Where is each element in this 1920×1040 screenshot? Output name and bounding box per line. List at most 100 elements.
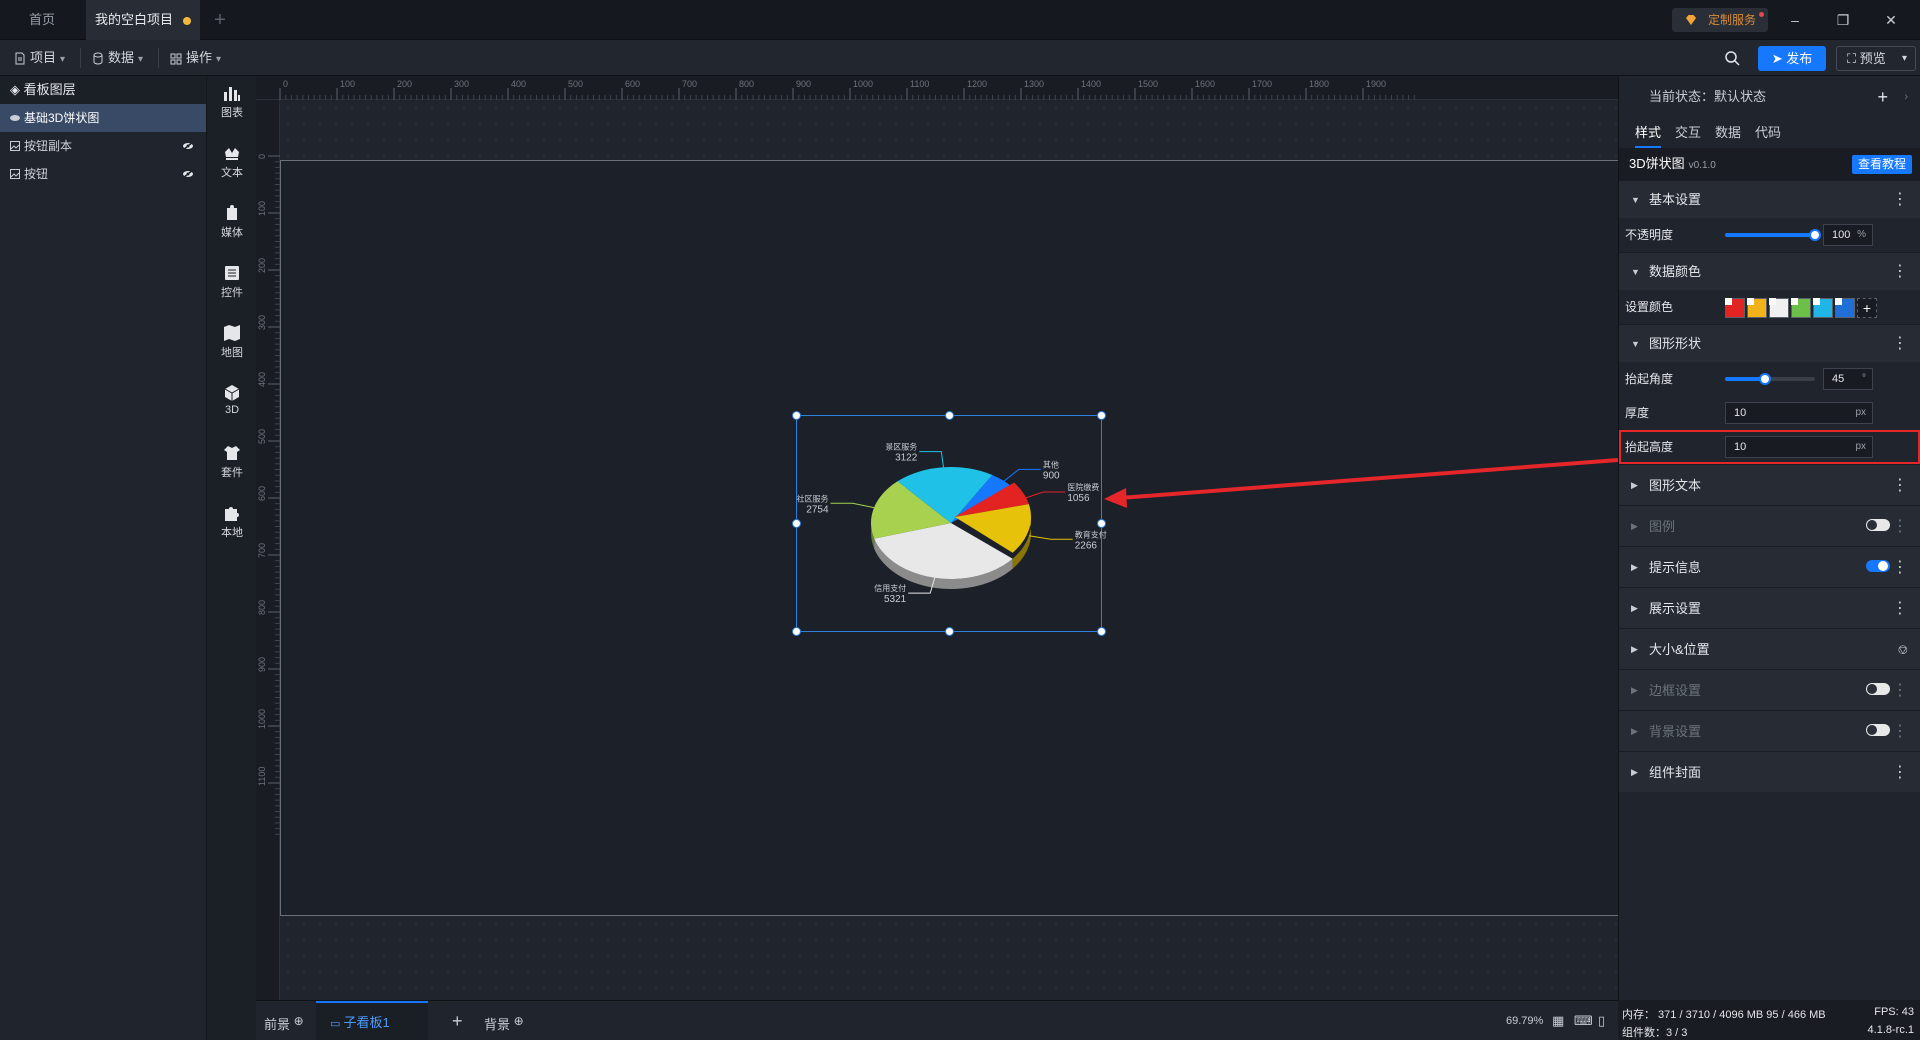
- resize-handle[interactable]: [792, 627, 801, 636]
- close-button[interactable]: ✕: [1876, 8, 1906, 32]
- background-toggle[interactable]: [1866, 724, 1890, 736]
- search-icon[interactable]: [1724, 50, 1740, 66]
- remove-icon[interactable]: [1835, 298, 1842, 305]
- ruler-top[interactable]: 0 100 200 300 400 500 600 700 800 900 1000 1100 1200…: [256, 76, 1618, 100]
- resize-handle[interactable]: [1097, 411, 1106, 420]
- add-color-button[interactable]: +: [1857, 298, 1877, 318]
- more-icon[interactable]: ⋮: [1892, 711, 1908, 752]
- rail-chart[interactable]: 图表: [207, 76, 257, 126]
- more-icon[interactable]: ⋮: [1892, 465, 1908, 506]
- section-data-color[interactable]: ▼ 数据颜色 ⋮: [1619, 252, 1920, 290]
- custom-service-button[interactable]: 定制服务: [1672, 8, 1768, 32]
- tab-code[interactable]: 代码: [1755, 118, 1781, 148]
- section-legend[interactable]: ▶ 图例 ⋮: [1619, 505, 1920, 546]
- section-size-position[interactable]: ▶ 大小&位置 ⎊: [1619, 628, 1920, 669]
- lift-height-input[interactable]: 10 px: [1725, 436, 1873, 458]
- border-toggle[interactable]: [1866, 683, 1890, 695]
- resize-handle[interactable]: [1097, 627, 1106, 636]
- zoom-level[interactable]: 69.79%: [1506, 1001, 1543, 1040]
- section-tooltip[interactable]: ▶ 提示信息 ⋮: [1619, 546, 1920, 587]
- opacity-input[interactable]: 100%: [1823, 224, 1873, 246]
- lock-icon[interactable]: ⎊: [1898, 629, 1908, 670]
- layer-item-button-copy[interactable]: 按钮副本: [0, 132, 206, 160]
- angle-slider[interactable]: [1725, 373, 1815, 385]
- resize-handle[interactable]: [945, 411, 954, 420]
- rail-local[interactable]: 本地: [207, 496, 257, 546]
- rail-kit[interactable]: 套件: [207, 436, 257, 486]
- plus-circle-icon[interactable]: ⊕: [514, 1014, 524, 1028]
- more-icon[interactable]: ⋮: [1892, 752, 1908, 793]
- section-basic[interactable]: ▼ 基本设置 ⋮: [1619, 180, 1920, 218]
- color-swatch[interactable]: [1725, 298, 1745, 318]
- angle-input[interactable]: 45 °: [1823, 368, 1873, 390]
- section-background[interactable]: ▶ 背景设置 ⋮: [1619, 710, 1920, 751]
- add-state-button[interactable]: +: [1877, 76, 1888, 118]
- menu-operate[interactable]: 操作 ▾: [164, 46, 227, 70]
- restore-button[interactable]: ❐: [1828, 8, 1858, 32]
- tutorial-button[interactable]: 查看教程: [1851, 155, 1912, 174]
- color-swatch[interactable]: [1791, 298, 1811, 318]
- resize-handle[interactable]: [945, 627, 954, 636]
- color-swatch[interactable]: [1747, 298, 1767, 318]
- tab-data[interactable]: 数据: [1715, 118, 1741, 148]
- more-icon[interactable]: ⋮: [1892, 588, 1908, 629]
- canvas-area[interactable]: 0 100 200 300 400 500 600 700 800 900 1000 1100 1200…: [256, 76, 1618, 1000]
- more-icon[interactable]: ⋮: [1892, 325, 1908, 363]
- rail-media[interactable]: 媒体: [207, 196, 257, 246]
- chevron-right-icon[interactable]: ›: [1904, 76, 1908, 118]
- rail-map[interactable]: 地图: [207, 316, 257, 366]
- more-icon[interactable]: ⋮: [1892, 547, 1908, 588]
- opacity-slider[interactable]: [1725, 229, 1821, 241]
- eye-off-icon[interactable]: [182, 169, 194, 179]
- section-display[interactable]: ▶ 展示设置 ⋮: [1619, 587, 1920, 628]
- thickness-input[interactable]: 10 px: [1725, 402, 1873, 424]
- rail-text[interactable]: 文本: [207, 136, 257, 186]
- tab-background[interactable]: 背景 ⊕: [484, 1001, 524, 1040]
- section-shape-text[interactable]: ▶ 图形文本 ⋮: [1619, 464, 1920, 505]
- more-icon[interactable]: ⋮: [1892, 670, 1908, 711]
- remove-icon[interactable]: [1747, 298, 1754, 305]
- section-shape[interactable]: ▼ 图形形状 ⋮: [1619, 324, 1920, 362]
- remove-icon[interactable]: [1813, 298, 1820, 305]
- tab-interact[interactable]: 交互: [1675, 118, 1701, 148]
- add-tab-button[interactable]: +: [208, 8, 232, 32]
- color-swatch[interactable]: [1835, 298, 1855, 318]
- resize-handle[interactable]: [1097, 519, 1106, 528]
- add-board-button[interactable]: +: [452, 1001, 463, 1040]
- terminal-icon[interactable]: ▯: [1598, 1001, 1605, 1040]
- tab-project[interactable]: 我的空白项目: [86, 0, 200, 40]
- rail-widget[interactable]: 控件: [207, 256, 257, 306]
- fit-screen-icon[interactable]: ▦: [1552, 1001, 1564, 1040]
- tooltip-toggle[interactable]: [1866, 560, 1890, 572]
- section-cover[interactable]: ▶ 组件封面 ⋮: [1619, 751, 1920, 792]
- tab-home[interactable]: 首页: [0, 0, 84, 40]
- plus-circle-icon[interactable]: ⊕: [294, 1014, 304, 1028]
- section-border[interactable]: ▶ 边框设置 ⋮: [1619, 669, 1920, 710]
- eye-off-icon[interactable]: [182, 141, 194, 151]
- rail-3d[interactable]: 3D: [207, 376, 257, 426]
- remove-icon[interactable]: [1725, 298, 1732, 305]
- more-icon[interactable]: ⋮: [1892, 181, 1908, 219]
- preview-button[interactable]: ⛶ 预览 ▾: [1836, 46, 1916, 71]
- resize-handle[interactable]: [792, 411, 801, 420]
- publish-button[interactable]: ➤ 发布: [1758, 46, 1826, 71]
- more-icon[interactable]: ⋮: [1892, 253, 1908, 291]
- more-icon[interactable]: ⋮: [1892, 506, 1908, 547]
- menu-project[interactable]: 项目 ▾: [8, 46, 71, 70]
- keyboard-icon[interactable]: ⌨: [1574, 1001, 1593, 1040]
- layer-item-pie3d[interactable]: 基础3D饼状图: [0, 104, 206, 132]
- tab-style[interactable]: 样式: [1635, 118, 1662, 148]
- resize-handle[interactable]: [792, 519, 801, 528]
- minimize-button[interactable]: –: [1780, 8, 1810, 32]
- layer-item-button[interactable]: 按钮: [0, 160, 206, 188]
- legend-toggle[interactable]: [1866, 519, 1890, 531]
- menu-data[interactable]: 数据 ▾: [86, 46, 149, 70]
- tab-sub-board[interactable]: ▭ 子看板1: [316, 1001, 428, 1040]
- color-swatch[interactable]: [1769, 298, 1789, 318]
- pie-chart-component[interactable]: 信用支付 5321 社区服务 2754 景区服务 3122 其他 900 医院缴费 1056 教育支…: [792, 411, 1107, 636]
- color-swatch[interactable]: [1813, 298, 1833, 318]
- ruler-left[interactable]: 0 100 200 300 400 500 600 700 800 900 1000 1100: [256, 100, 280, 1000]
- tab-front[interactable]: 前景 ⊕: [264, 1001, 304, 1040]
- remove-icon[interactable]: [1769, 298, 1776, 305]
- remove-icon[interactable]: [1791, 298, 1798, 305]
